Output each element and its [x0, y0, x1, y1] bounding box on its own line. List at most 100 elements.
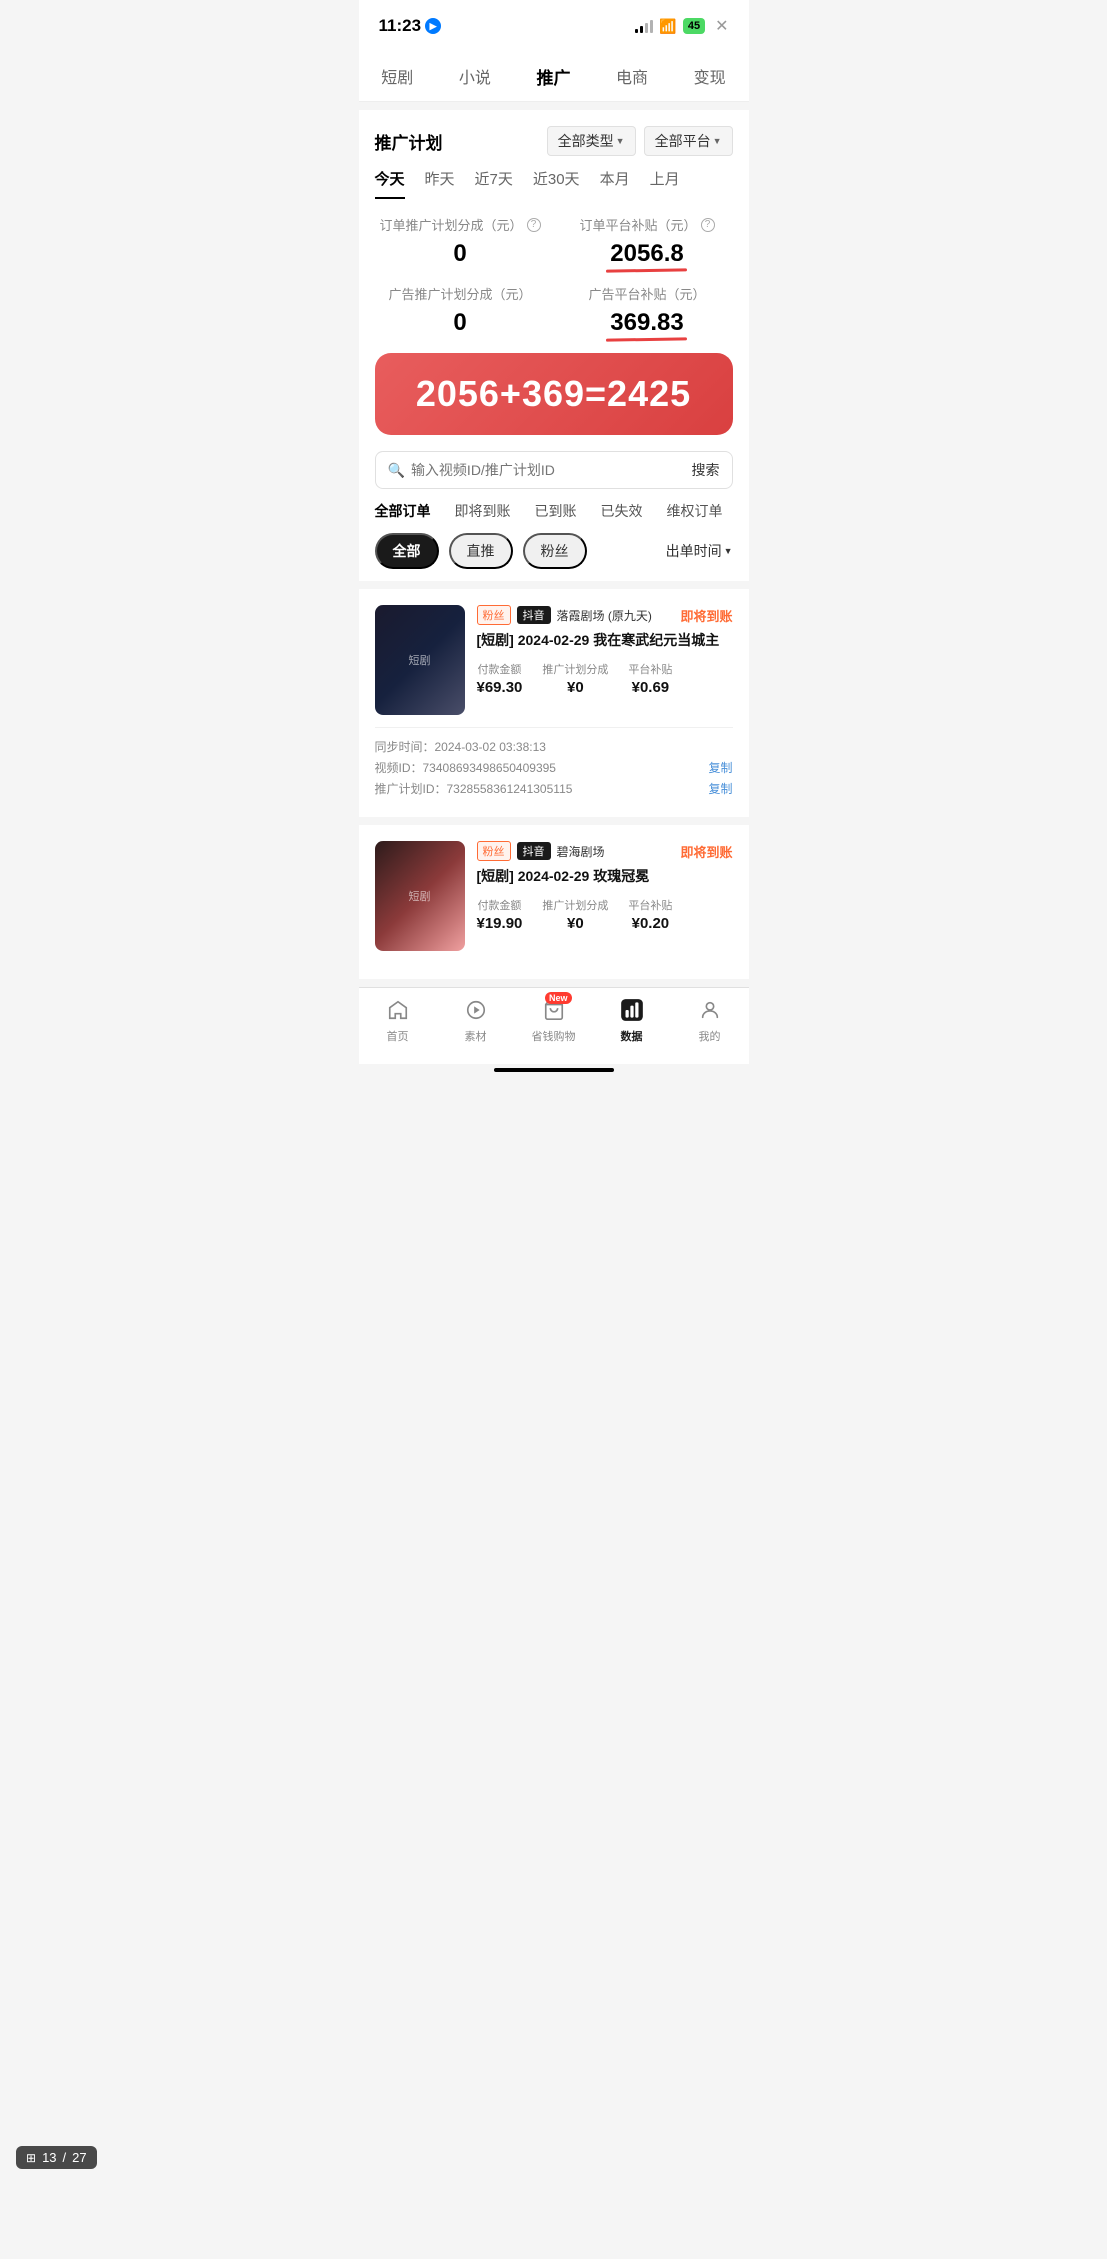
stat-order-commission: 订单推广计划分成（元） ? 0 [375, 215, 546, 268]
order-item-2: 短剧 粉丝 抖音 碧海剧场 即将到账 [短剧] 2024-02-29 玫瑰冠冕 … [359, 817, 749, 979]
order-info-2: 粉丝 抖音 碧海剧场 即将到账 [短剧] 2024-02-29 玫瑰冠冕 付款金… [477, 841, 733, 932]
date-tab-thismonth[interactable]: 本月 [600, 168, 630, 199]
date-tab-30days[interactable]: 近30天 [533, 168, 580, 199]
order-tab-all[interactable]: 全部订单 [375, 501, 431, 521]
page-counter: ⊞ 13 / 27 [16, 2146, 97, 2169]
nav-shop[interactable]: New 省钱购物 [515, 996, 593, 1044]
nav-shop-label: 省钱购物 [532, 1028, 576, 1044]
order-info-1: 粉丝 抖音 落霞剧场 (原九天) 即将到账 [短剧] 2024-02-29 我在… [477, 605, 733, 696]
tag-shop-2: 碧海剧场 [557, 843, 605, 860]
stat-ad-commission-value: 0 [375, 309, 546, 337]
order-status-1: 即将到账 [680, 606, 732, 625]
type-btn-all[interactable]: 全部 [375, 533, 439, 569]
nav-item-xiaoshuo[interactable]: 小说 [451, 60, 499, 93]
date-tab-today[interactable]: 今天 [375, 168, 405, 199]
home-indicator [494, 1068, 614, 1072]
filter-buttons: 全部类型 全部平台 [547, 126, 733, 156]
close-button[interactable]: ✕ [715, 16, 728, 36]
tag-platform-1: 抖音 [517, 606, 551, 624]
amount-subsidy-value-1: ¥0.69 [628, 679, 672, 696]
shop-badge: New [545, 992, 572, 1004]
order-tab-pending[interactable]: 即将到账 [455, 501, 511, 521]
order-amounts-1: 付款金额 ¥69.30 推广计划分成 ¥0 平台补贴 ¥0.69 [477, 661, 733, 696]
status-time: 11:23 ▶ [379, 16, 442, 36]
order-thumbnail-2: 短剧 [375, 841, 465, 951]
order-meta-1: 同步时间：2024-03-02 03:38:13 视频ID：7340869349… [375, 727, 733, 797]
profile-icon [696, 996, 724, 1024]
tag-fans-1: 粉丝 [477, 605, 511, 625]
nav-home[interactable]: 首页 [359, 996, 437, 1044]
order-tab-expired[interactable]: 已失效 [601, 501, 643, 521]
bottom-navigation: 首页 素材 New 省钱购物 [359, 987, 749, 1064]
stat-ad-subsidy: 广告平台补贴（元） 369.83 [562, 284, 733, 337]
stat-ad-commission: 广告推广计划分成（元） 0 [375, 284, 546, 337]
stat-order-subsidy-label: 订单平台补贴（元） ? [562, 215, 733, 234]
highlighted-ad-subsidy-value: 369.83 [610, 309, 683, 337]
order-tags-2: 粉丝 抖音 碧海剧场 即将到账 [477, 841, 733, 861]
shop-icon: New [540, 996, 568, 1024]
nav-item-duanju[interactable]: 短剧 [373, 60, 421, 93]
page-current: 13 [42, 2150, 56, 2165]
order-tabs: 全部订单 即将到账 已到账 已失效 维权订单 [359, 501, 749, 533]
stats-grid: 订单推广计划分成（元） ? 0 订单平台补贴（元） ? 2056.8 广告推广计… [359, 199, 749, 353]
stat-ad-commission-label: 广告推广计划分成（元） [375, 284, 546, 303]
section-title: 推广计划 [375, 129, 443, 154]
nav-data[interactable]: 数据 [593, 996, 671, 1044]
amount-commission-2: 推广计划分成 ¥0 [542, 897, 608, 932]
order-tags-1: 粉丝 抖音 落霞剧场 (原九天) 即将到账 [477, 605, 733, 625]
type-btn-fans[interactable]: 粉丝 [523, 533, 587, 569]
order-status-2: 即将到账 [680, 842, 732, 861]
amount-subsidy-label-2: 平台补贴 [628, 897, 672, 913]
amount-payment-1: 付款金额 ¥69.30 [477, 661, 523, 696]
order-thumbnail-1: 短剧 [375, 605, 465, 715]
amount-commission-label-1: 推广计划分成 [542, 661, 608, 677]
tag-fans-2: 粉丝 [477, 841, 511, 861]
nav-item-biànxiàn[interactable]: 变现 [686, 60, 734, 93]
order-title-2: [短剧] 2024-02-29 玫瑰冠冕 [477, 867, 733, 887]
material-icon [462, 996, 490, 1024]
date-tab-lastmonth[interactable]: 上月 [650, 168, 680, 199]
amount-commission-label-2: 推广计划分成 [542, 897, 608, 913]
stat-order-subsidy: 订单平台补贴（元） ? 2056.8 [562, 215, 733, 268]
nav-data-label: 数据 [621, 1028, 643, 1044]
date-tab-yesterday[interactable]: 昨天 [425, 168, 455, 199]
stat-order-subsidy-value: 2056.8 [562, 240, 733, 268]
tag-shop-1: 落霞剧场 (原九天) [557, 607, 652, 624]
help-icon[interactable]: ? [527, 218, 541, 232]
order-amounts-2: 付款金额 ¥19.90 推广计划分成 ¥0 平台补贴 ¥0.20 [477, 897, 733, 932]
nav-material[interactable]: 素材 [437, 996, 515, 1044]
meta-row-videoid-1: 视频ID：73408693498650409395 复制 [375, 759, 733, 776]
data-icon [618, 996, 646, 1024]
search-button[interactable]: 搜索 [692, 460, 720, 480]
amount-payment-label-2: 付款金额 [477, 897, 523, 913]
order-item-1: 短剧 粉丝 抖音 落霞剧场 (原九天) 即将到账 [短剧] 2024-02-29… [359, 581, 749, 817]
amount-commission-value-1: ¥0 [542, 679, 608, 696]
nav-item-dianshang[interactable]: 电商 [608, 60, 656, 93]
type-filter-button[interactable]: 全部类型 [547, 126, 636, 156]
help-icon-2[interactable]: ? [701, 218, 715, 232]
nav-home-label: 首页 [387, 1028, 409, 1044]
order-tab-received[interactable]: 已到账 [535, 501, 577, 521]
highlighted-subsidy-value: 2056.8 [610, 240, 683, 268]
sort-button[interactable]: 出单时间 [666, 541, 733, 561]
order-header-1: 短剧 粉丝 抖音 落霞剧场 (原九天) 即将到账 [短剧] 2024-02-29… [375, 605, 733, 715]
type-btn-direct[interactable]: 直推 [449, 533, 513, 569]
copy-planid-button-1[interactable]: 复制 [708, 780, 732, 797]
nav-profile-label: 我的 [699, 1028, 721, 1044]
platform-filter-button[interactable]: 全部平台 [644, 126, 733, 156]
nav-profile[interactable]: 我的 [671, 996, 749, 1044]
date-tab-7days[interactable]: 近7天 [475, 168, 513, 199]
order-tab-dispute[interactable]: 维权订单 [667, 501, 723, 521]
nav-item-tuiguang[interactable]: 推广 [528, 60, 578, 93]
order-header-2: 短剧 粉丝 抖音 碧海剧场 即将到账 [短剧] 2024-02-29 玫瑰冠冕 … [375, 841, 733, 951]
nav-material-label: 素材 [465, 1028, 487, 1044]
search-input[interactable] [411, 462, 692, 478]
battery-indicator: 45 [683, 18, 705, 34]
copy-videoid-button-1[interactable]: 复制 [708, 759, 732, 776]
home-icon [384, 996, 412, 1024]
amount-payment-value-1: ¥69.30 [477, 679, 523, 696]
amount-subsidy-1: 平台补贴 ¥0.69 [628, 661, 672, 696]
search-bar: 🔍 搜索 [375, 451, 733, 489]
meta-row-synctime-1: 同步时间：2024-03-02 03:38:13 [375, 738, 733, 755]
amount-payment-label-1: 付款金额 [477, 661, 523, 677]
